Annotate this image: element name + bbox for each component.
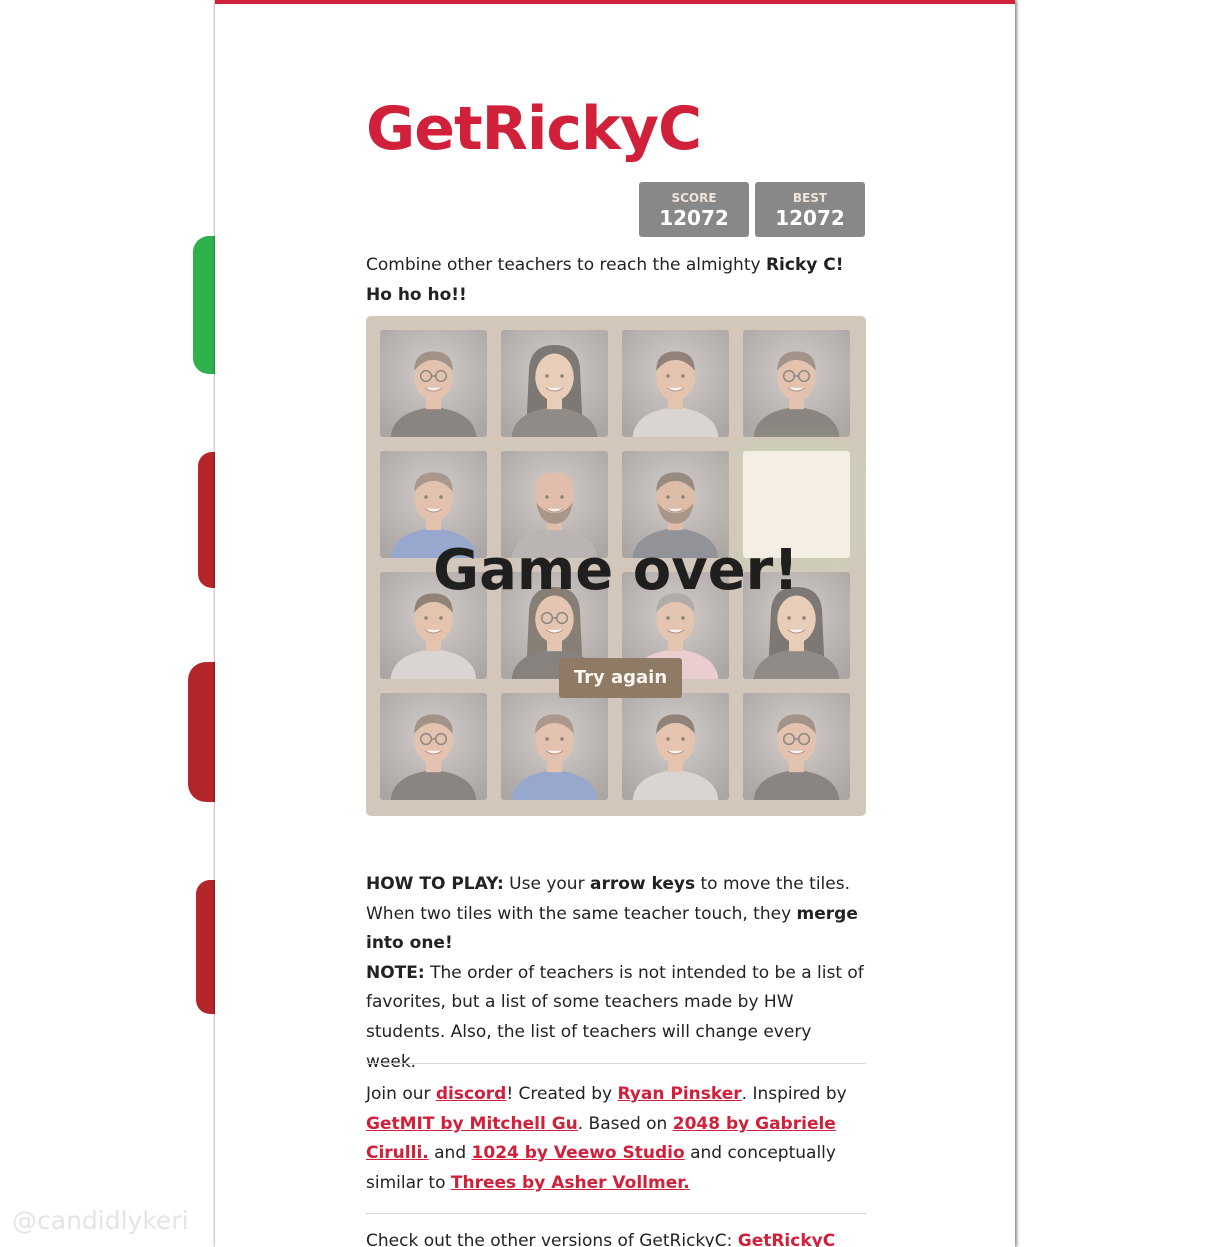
decor-red-shape: [198, 452, 215, 588]
decor-red-shape: [188, 662, 215, 802]
credits-text: Join our: [366, 1084, 436, 1104]
how-to-play: HOW TO PLAY: Use your arrow keys to move…: [366, 870, 866, 1077]
author-link[interactable]: Ryan Pinsker: [617, 1084, 741, 1104]
getmit-link[interactable]: GetMIT by Mitchell Gu: [366, 1114, 578, 1134]
page-title: GetRickyC: [366, 94, 702, 164]
threes-link[interactable]: Threes by Asher Vollmer.: [451, 1173, 690, 1193]
note-text: The order of teachers is not intended to…: [366, 962, 864, 1072]
game-board[interactable]: Game over! Try again: [366, 316, 866, 816]
best-label: BEST: [792, 191, 828, 205]
divider: [366, 1063, 866, 1064]
game-intro: Combine other teachers to reach the almi…: [366, 250, 866, 310]
credits-text: . Inspired by: [741, 1084, 847, 1104]
best-value: 12072: [775, 206, 845, 230]
score-label: SCORE: [671, 191, 717, 205]
how-to-play-label: HOW TO PLAY:: [366, 874, 504, 894]
credits-text: and: [428, 1143, 472, 1164]
game-over-overlay: Game over! Try again: [366, 316, 866, 816]
link-1024[interactable]: 1024 by Veewo Studio: [472, 1143, 685, 1163]
arrow-keys-bold: arrow keys: [589, 874, 696, 894]
best-score-box: BEST 12072: [755, 182, 865, 237]
note-label: NOTE:: [366, 962, 425, 983]
credits: Join our discord! Created by Ryan Pinske…: [366, 1080, 866, 1198]
other-versions: Check out the other versions of GetRicky…: [366, 1227, 866, 1247]
credits-text: ! Created by: [506, 1084, 618, 1104]
watermark: @candidlykeri: [12, 1206, 189, 1235]
credits-text: . Based on: [577, 1113, 673, 1134]
how-to-play-text: Use your: [503, 874, 590, 894]
intro-text: Combine other teachers to reach the almi…: [366, 255, 766, 275]
score-box: SCORE 12072: [639, 182, 749, 237]
divider: [366, 1213, 866, 1214]
decor-green-shape: [193, 236, 215, 374]
decor-red-shape: [196, 880, 215, 1014]
other-versions-text: Check out the other versions of GetRicky…: [366, 1231, 738, 1247]
try-again-button[interactable]: Try again: [559, 658, 682, 698]
game-over-message: Game over!: [433, 538, 799, 603]
main-panel: GetRickyC SCORE 12072 BEST 12072 Combine…: [215, 0, 1015, 1247]
score-value: 12072: [659, 206, 729, 230]
discord-link[interactable]: discord: [436, 1084, 506, 1104]
